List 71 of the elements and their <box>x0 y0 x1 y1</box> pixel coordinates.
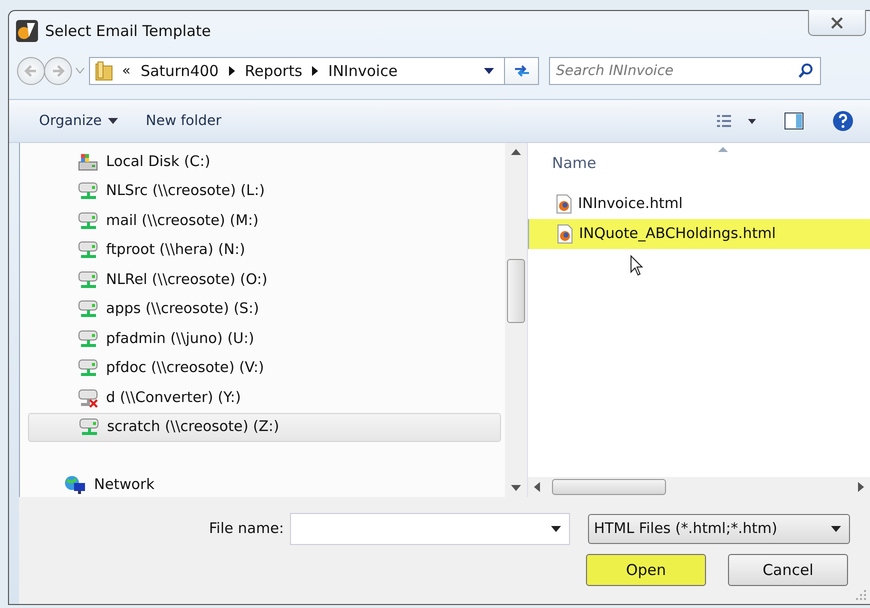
local-disk-icon <box>78 152 98 172</box>
disconnected-drive-icon <box>78 388 98 408</box>
horizontal-scrollbar[interactable] <box>528 477 870 497</box>
history-dropdown-icon[interactable] <box>75 67 85 75</box>
refresh-button[interactable] <box>504 58 538 84</box>
file-name-field[interactable] <box>290 513 570 545</box>
app-icon <box>15 19 39 43</box>
sidebar-item[interactable]: pfdoc (\\creosote) (V:) <box>28 354 501 383</box>
window-title: Select Email Template <box>45 22 212 40</box>
sidebar-item[interactable]: NLSrc (\\creosote) (L:) <box>28 176 501 206</box>
scroll-right-icon[interactable] <box>858 482 864 492</box>
sidebar-item[interactable]: Local Disk (C:) <box>28 147 501 176</box>
network-globe-icon <box>64 474 86 495</box>
forward-arrow-icon <box>51 64 65 78</box>
resize-grip-icon[interactable] <box>856 590 866 600</box>
mouse-cursor-icon <box>630 255 644 277</box>
sidebar-item[interactable]: pfadmin (\\juno) (U:) <box>28 324 501 354</box>
network-item[interactable]: Network <box>28 470 501 500</box>
back-arrow-icon <box>24 64 38 78</box>
address-bar[interactable]: « Saturn400 Reports INInvoice <box>89 57 539 85</box>
breadcrumb-item[interactable]: Saturn400 <box>140 62 219 80</box>
network-drive-icon <box>78 240 98 260</box>
file-item[interactable]: INQuote_ABCHoldings.html <box>528 219 870 249</box>
network-drive-icon <box>78 210 98 231</box>
close-icon <box>830 16 844 28</box>
scroll-down-icon[interactable] <box>511 485 521 491</box>
scroll-left-icon[interactable] <box>534 482 540 492</box>
scrollbar-thumb[interactable] <box>507 259 525 323</box>
refresh-arrows-icon <box>512 63 530 79</box>
network-drive-icon <box>78 181 98 202</box>
scrollbar-thumb[interactable] <box>552 479 666 495</box>
breadcrumb-overflow[interactable]: « <box>122 63 131 79</box>
sidebar-item[interactable]: scratch (\\creosote) (Z:) <box>28 412 501 442</box>
sidebar-item[interactable]: apps (\\creosote) (S:) <box>28 294 501 324</box>
network-drive-icon <box>78 299 98 320</box>
close-button[interactable] <box>808 10 866 36</box>
preview-pane-icon <box>784 112 804 130</box>
network-drive-icon <box>78 270 98 290</box>
dropdown-caret-icon[interactable] <box>550 526 561 532</box>
file-name-label: File name: <box>209 521 284 537</box>
open-button[interactable]: Open <box>586 554 706 586</box>
sidebar-item[interactable]: NLRel (\\creosote) (O:) <box>28 265 501 294</box>
folder-icon <box>94 60 114 82</box>
cancel-button[interactable]: Cancel <box>728 554 848 586</box>
sidebar-item[interactable]: mail (\\creosote) (M:) <box>28 206 501 236</box>
file-item[interactable]: INInvoice.html <box>528 189 870 219</box>
help-icon <box>832 110 854 132</box>
breadcrumb-item[interactable]: INInvoice <box>328 62 398 80</box>
sidebar-item[interactable]: ftproot (\\hera) (N:) <box>28 236 501 265</box>
dropdown-caret-icon[interactable] <box>484 68 494 74</box>
network-drive-icon <box>78 358 98 378</box>
sort-arrow-icon <box>718 147 728 152</box>
breadcrumb-arrow-icon <box>312 66 318 76</box>
dropdown-caret-icon <box>108 118 118 124</box>
list-view-icon <box>716 113 756 129</box>
search-field[interactable]: Search INInvoice <box>549 57 821 85</box>
scroll-up-icon[interactable] <box>511 149 521 155</box>
breadcrumb-arrow-icon <box>228 66 235 76</box>
sidebar-item[interactable]: d (\\Converter) (Y:) <box>28 383 501 412</box>
organize-menu-button[interactable]: Organize <box>33 109 124 133</box>
network-drive-icon <box>78 328 98 349</box>
name-column-header[interactable]: Name <box>528 143 870 183</box>
dropdown-caret-icon <box>830 526 841 532</box>
html-file-icon <box>557 224 573 244</box>
search-icon <box>798 63 814 79</box>
html-file-icon <box>556 194 572 214</box>
breadcrumb-item[interactable]: Reports <box>244 62 302 80</box>
vertical-scrollbar[interactable] <box>505 143 527 497</box>
network-drive-icon <box>79 417 99 438</box>
file-type-dropdown[interactable]: HTML Files (*.html;*.htm) <box>588 514 850 544</box>
new-folder-button[interactable]: New folder <box>140 109 228 133</box>
